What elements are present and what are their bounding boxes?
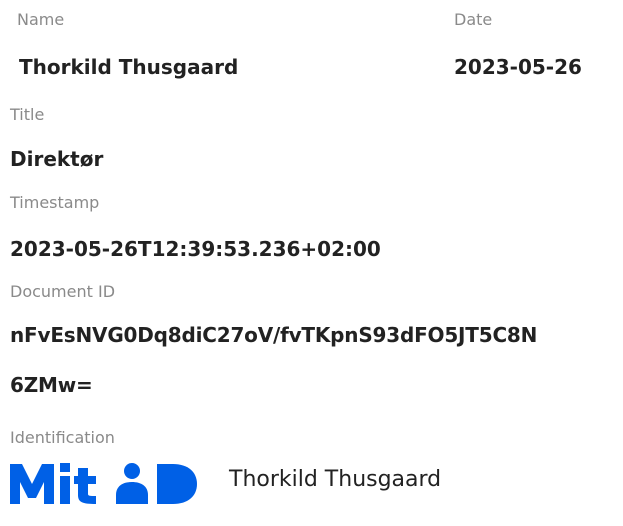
- name-value: Thorkild Thusgaard: [19, 55, 239, 79]
- document-id-line-2: 6ZMw=: [10, 373, 93, 397]
- date-value: 2023-05-26: [454, 55, 582, 79]
- name-label: Name: [17, 10, 65, 29]
- title-label: Title: [10, 105, 45, 124]
- identification-label: Identification: [10, 428, 115, 447]
- title-value: Direktør: [10, 147, 104, 171]
- mitid-logo: [10, 463, 197, 504]
- document-id-line-1: nFvEsNVG0Dq8diC27oV/fvTKpnS93dFO5JT5C8N: [10, 323, 538, 347]
- identification-name: Thorkild Thusgaard: [229, 467, 442, 492]
- date-label: Date: [454, 10, 493, 29]
- timestamp-label: Timestamp: [10, 193, 100, 212]
- timestamp-value: 2023-05-26T12:39:53.236+02:00: [10, 237, 381, 261]
- document-id-label: Document ID: [10, 282, 116, 301]
